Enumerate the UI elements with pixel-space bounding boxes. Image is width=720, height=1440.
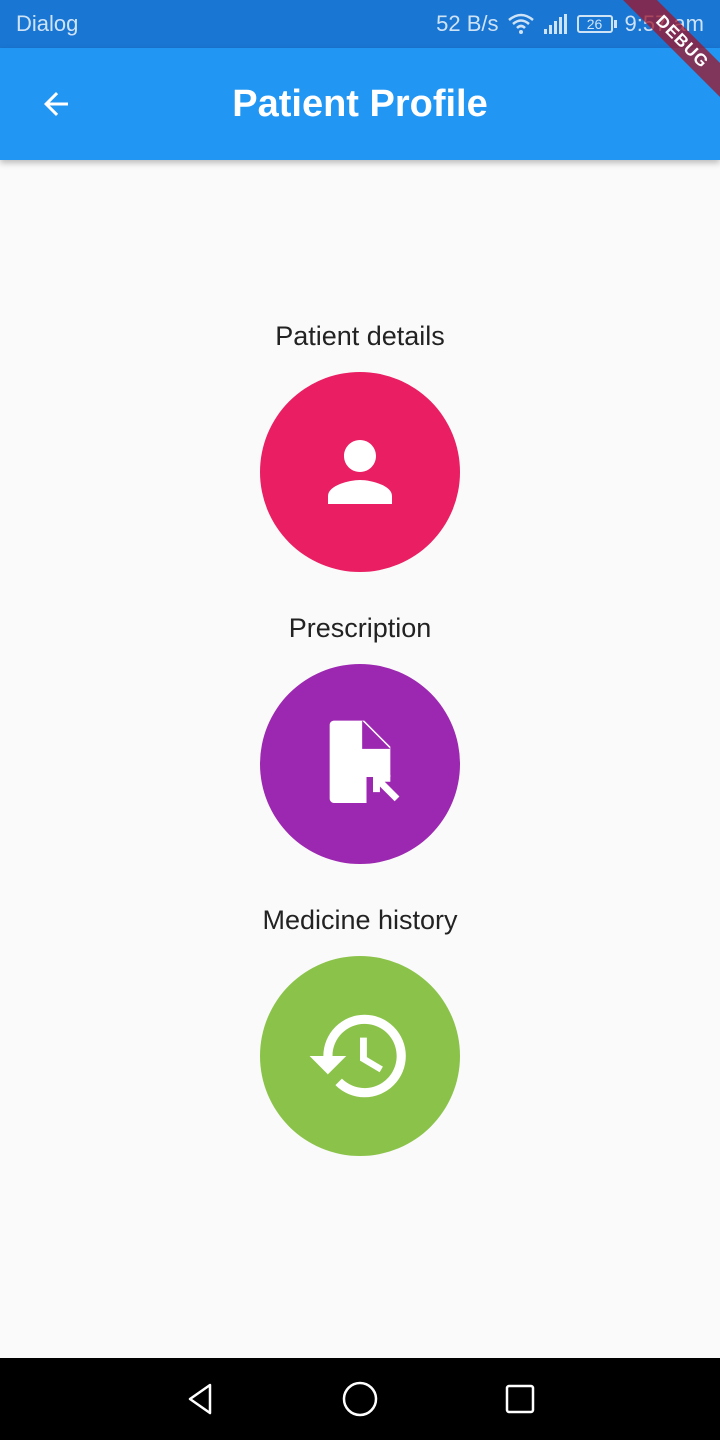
patient-details-button[interactable] (260, 372, 460, 572)
app-bar: Patient Profile (0, 48, 720, 160)
prescription-label: Prescription (288, 613, 432, 643)
battery-level: 26 (576, 15, 613, 33)
home-circle-icon (342, 1381, 378, 1417)
system-nav-bar (0, 1358, 720, 1440)
status-bar: Dialog 52 B/s 26 9:57 am (0, 0, 720, 48)
carrier-label: Dialog (16, 11, 79, 36)
battery-icon: 26 (576, 15, 617, 33)
clock-time: 9:57 am (624, 11, 705, 36)
prescription-button[interactable] (260, 664, 460, 864)
nav-recents-button[interactable] (496, 1375, 544, 1423)
recents-square-icon (505, 1384, 535, 1414)
wifi-icon (507, 12, 535, 36)
file-download-icon (329, 720, 400, 803)
back-triangle-icon (188, 1383, 212, 1415)
status-icons: 52 B/s 26 9:57 am (436, 11, 704, 37)
main-content: Patient details Prescription Medicine hi… (0, 160, 720, 1358)
history-icon (309, 1014, 406, 1098)
nav-home-button[interactable] (336, 1375, 384, 1423)
network-speed: 52 B/s (436, 11, 499, 36)
medicine-history-button[interactable] (260, 956, 460, 1156)
patient-details-label: Patient details (275, 321, 445, 351)
person-icon (328, 440, 392, 504)
medicine-history-label: Medicine history (262, 905, 458, 935)
page-title: Patient Profile (232, 83, 488, 125)
nav-back-button[interactable] (176, 1375, 224, 1423)
signal-icon (543, 13, 569, 35)
